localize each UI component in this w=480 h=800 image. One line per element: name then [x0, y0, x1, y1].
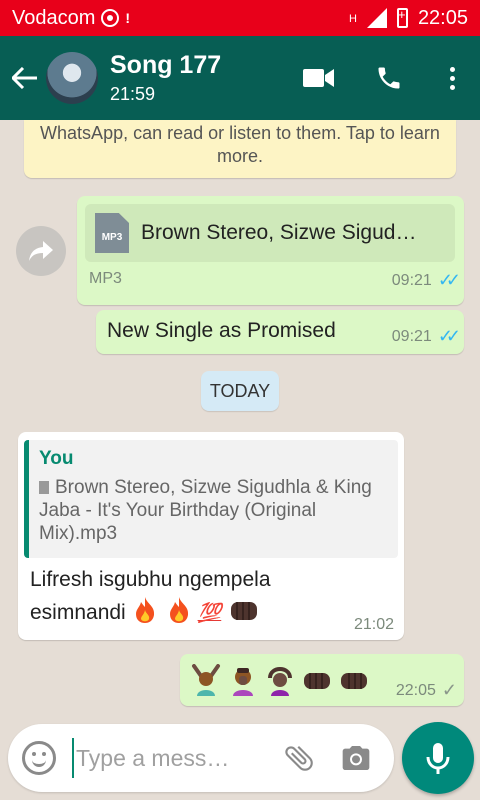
header-actions	[284, 36, 480, 120]
quote-author: You	[39, 448, 74, 469]
fist-emoji-icon	[304, 673, 330, 689]
person-facepalming-emoji-icon	[233, 668, 253, 696]
encryption-notice[interactable]: WhatsApp, can read or listen to them. Ta…	[24, 120, 456, 178]
fist-emoji-icon	[341, 673, 367, 689]
message-meta: 09:21 ✓✓	[391, 326, 461, 347]
message-input[interactable]	[72, 738, 262, 778]
fire-emoji-icon	[169, 597, 188, 623]
message-input-bar	[8, 724, 394, 792]
fist-emoji-icon	[231, 602, 258, 620]
document-icon	[39, 481, 49, 494]
back-button[interactable]	[4, 36, 46, 120]
clock: 22:05	[417, 6, 468, 29]
file-type-label: MP3	[89, 270, 122, 287]
notification-icon: !	[125, 10, 131, 26]
phone-icon	[378, 67, 400, 89]
battery-icon	[396, 7, 408, 28]
sent-receipt-icon: ✓	[441, 680, 457, 700]
status-bar: Vodacom ! H 22:05	[0, 0, 480, 36]
composer	[0, 720, 480, 800]
more-options-button[interactable]	[424, 36, 480, 120]
conversation[interactable]: WhatsApp, can read or listen to them. Ta…	[0, 120, 480, 720]
arrow-left-icon	[12, 67, 37, 89]
carrier-name: Vodacom	[12, 6, 96, 29]
message-meta: 09:21 ✓✓	[391, 270, 461, 291]
date-divider: TODAY	[201, 371, 279, 411]
message-time: 09:21	[391, 271, 432, 289]
forward-button[interactable]	[16, 226, 66, 276]
audio-file-icon: MP3	[95, 213, 129, 253]
reply-message[interactable]: You Brown Stereo, Sizwe Sigudhla & King …	[18, 432, 404, 640]
message-text: New Single as Promised	[107, 319, 336, 342]
message-time: 21:02	[353, 616, 394, 633]
contact-info[interactable]: Song 177 21:59	[110, 51, 221, 105]
message-time: 09:21	[391, 327, 432, 345]
voice-record-button[interactable]	[402, 722, 474, 794]
more-vert-icon	[449, 66, 455, 90]
share-arrow-icon	[29, 241, 53, 261]
last-seen: 21:59	[110, 84, 156, 104]
encryption-notice-text: WhatsApp, can read or listen to them. Ta…	[40, 123, 440, 166]
text-message[interactable]: New Single as Promised 09:21 ✓✓	[96, 310, 464, 354]
file-message[interactable]: MP3 Brown Stereo, Sizwe Sigud… MP3 09:21…	[77, 196, 464, 305]
quote-text: Brown Stereo, Sizwe Sigudhla & King Jaba…	[39, 477, 372, 544]
microphone-icon	[426, 743, 450, 774]
person-gesturing-ok-emoji-icon	[192, 664, 220, 696]
file-name: Brown Stereo, Sizwe Sigud…	[141, 221, 417, 244]
attach-paperclip-icon[interactable]	[282, 741, 316, 775]
chat-header: Song 177 21:59	[0, 36, 480, 120]
contact-name: Song 177	[110, 51, 222, 79]
person-gesturing-ok-emoji-icon	[268, 667, 292, 696]
emoji-picker-icon[interactable]	[22, 741, 56, 775]
camera-icon[interactable]	[340, 742, 372, 774]
signal-icon	[366, 8, 387, 28]
emoji-message[interactable]: 22:05 ✓	[180, 654, 464, 706]
read-receipt-icon: ✓✓	[437, 270, 461, 290]
carrier-group: Vodacom !	[12, 7, 130, 30]
video-call-button[interactable]	[284, 36, 354, 120]
status-right: H 22:05	[349, 7, 468, 30]
date-label: TODAY	[209, 380, 271, 401]
reply-body: Lifresh isgubhu ngempela esimnandi 💯	[30, 564, 330, 630]
quote-text-block: Brown Stereo, Sizwe Sigudhla & King Jaba…	[39, 476, 388, 545]
message-time: 22:05	[395, 681, 436, 699]
voice-call-button[interactable]	[354, 36, 424, 120]
music-disc-icon	[101, 9, 120, 27]
video-camera-icon	[303, 69, 334, 87]
fire-emoji-icon	[135, 597, 154, 623]
message-meta: 22:05 ✓	[395, 680, 457, 701]
hundred-points-emoji-icon: 💯	[197, 603, 222, 624]
avatar[interactable]	[46, 52, 98, 104]
emoji-row	[190, 664, 370, 696]
file-attachment[interactable]: MP3 Brown Stereo, Sizwe Sigud…	[85, 204, 455, 262]
network-type: H	[348, 12, 357, 25]
read-receipt-icon: ✓✓	[437, 326, 461, 346]
quoted-message[interactable]: You Brown Stereo, Sizwe Sigudhla & King …	[24, 440, 398, 558]
